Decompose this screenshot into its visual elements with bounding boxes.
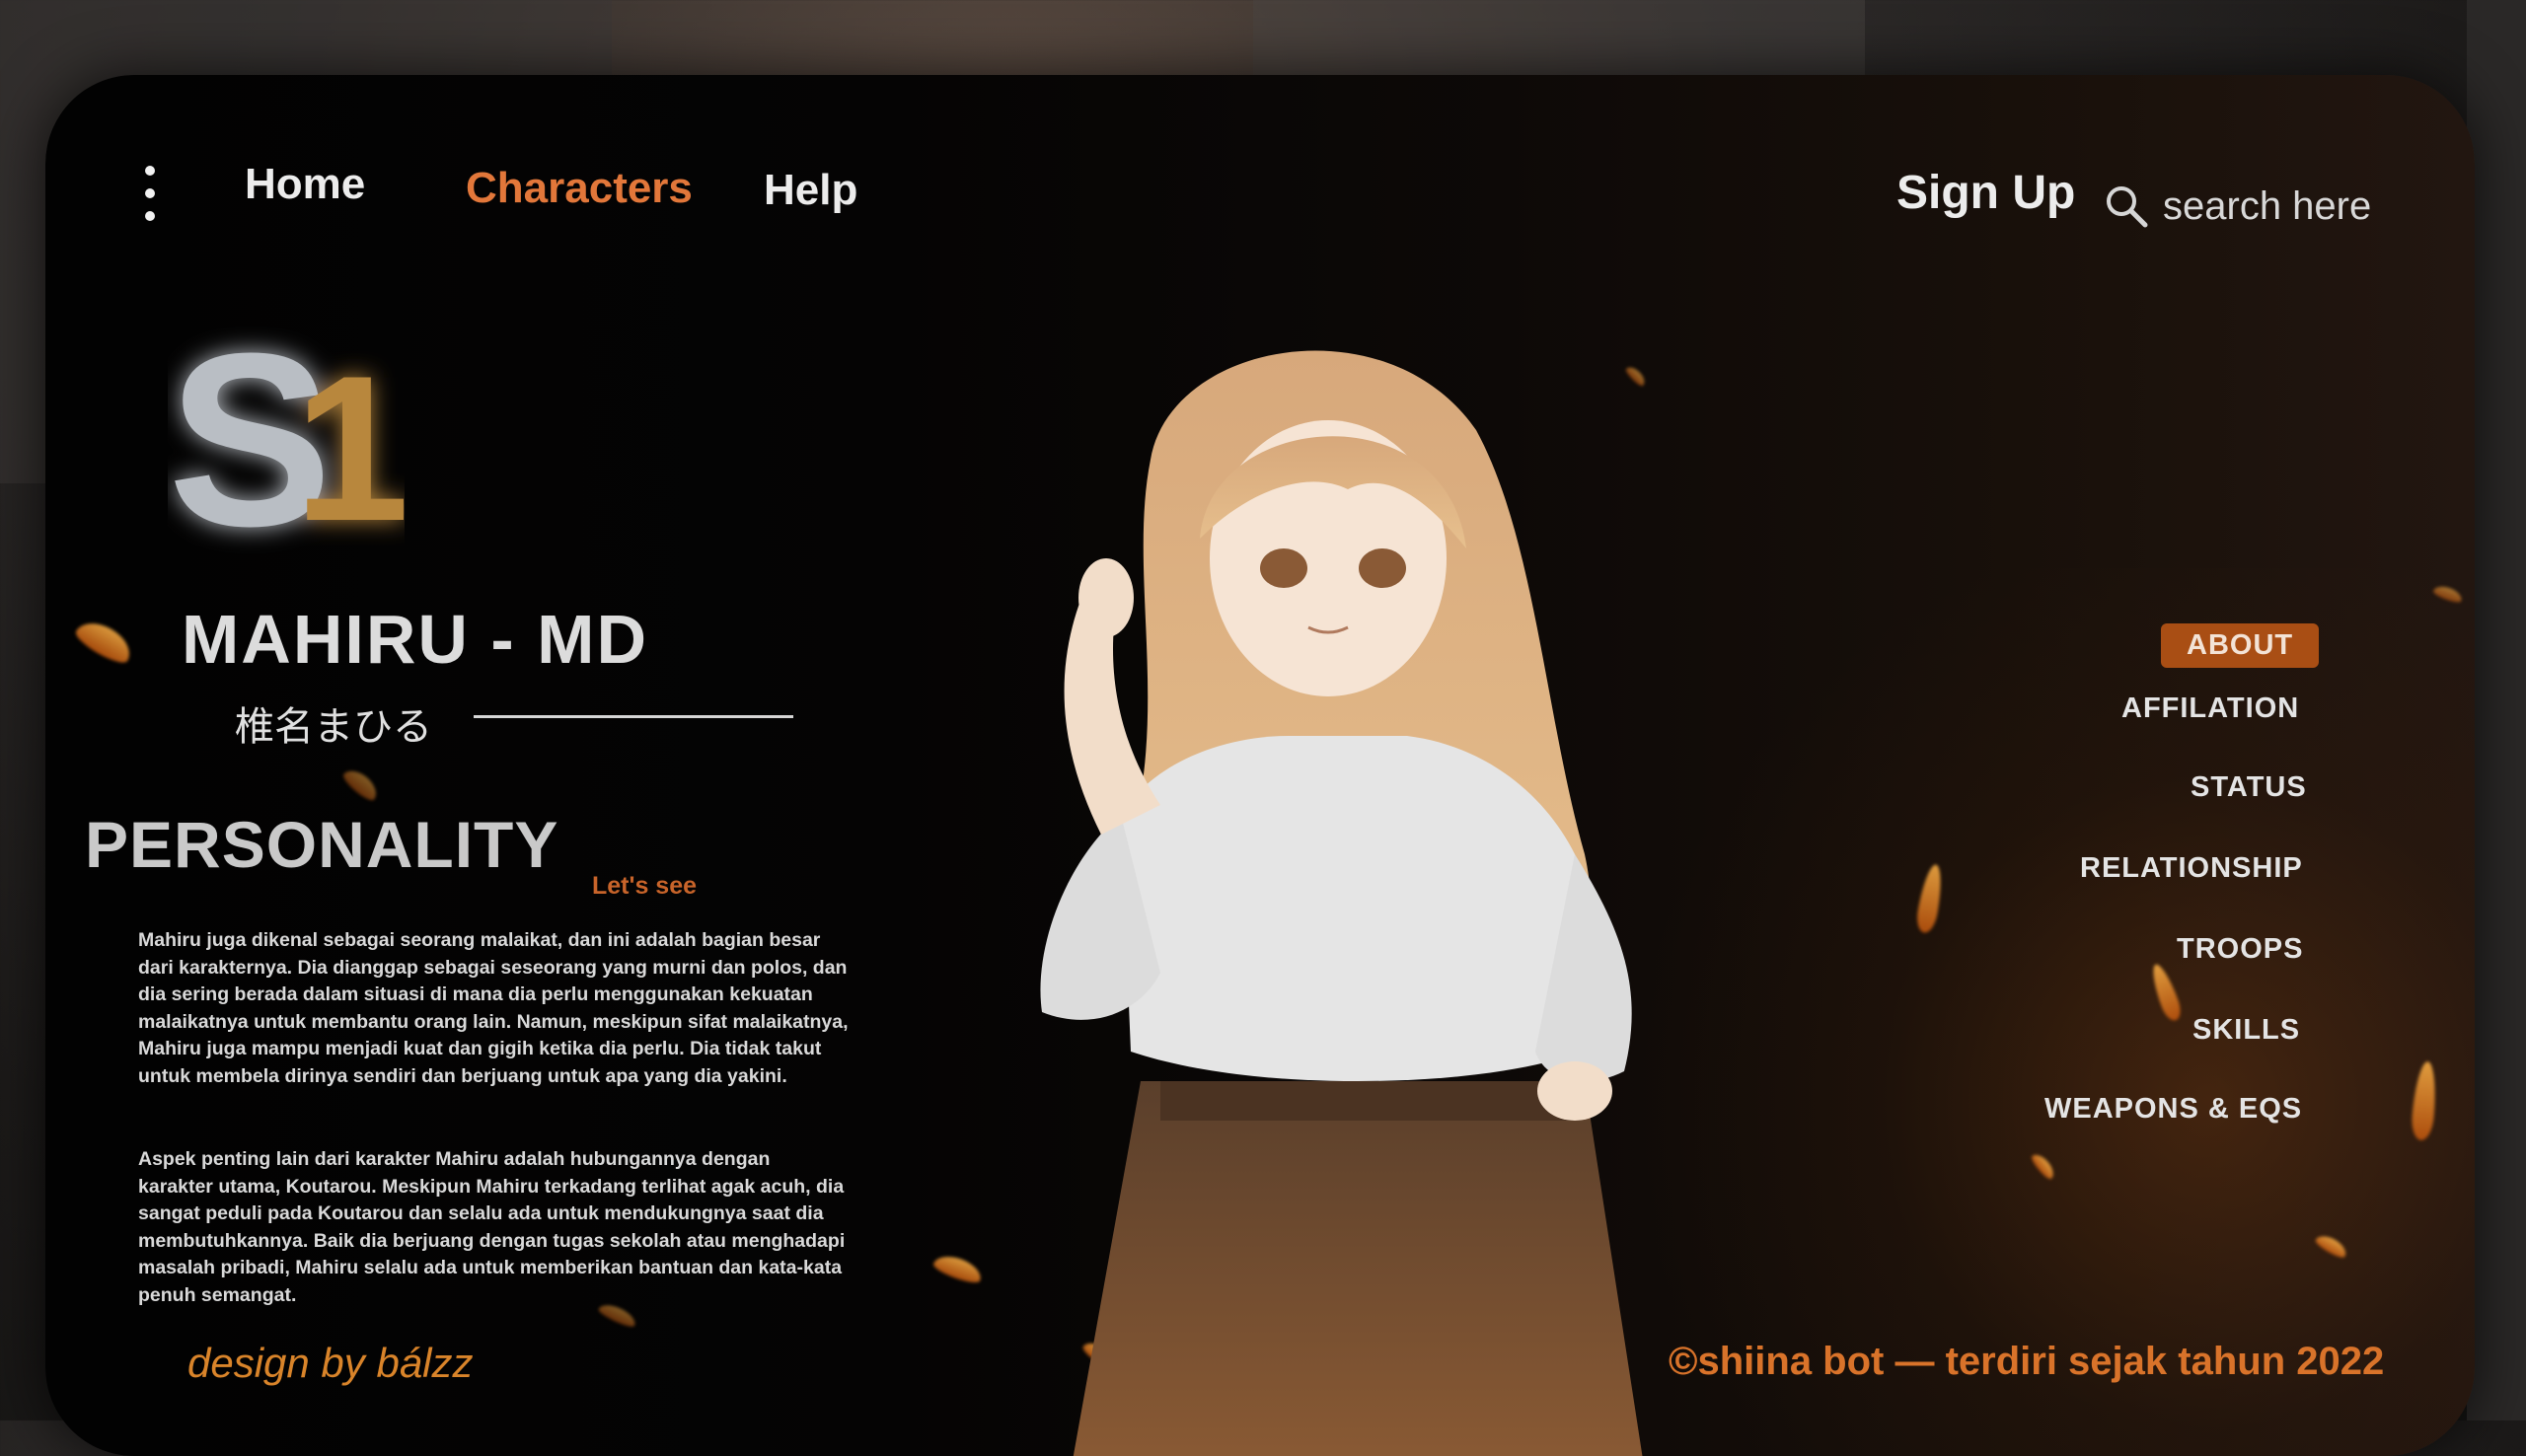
design-credit: design by bálzz [187, 1340, 474, 1386]
character-card: Home Characters Help Sign Up S 1 [45, 75, 2475, 1456]
side-menu-about[interactable]: ABOUT [2161, 623, 2320, 668]
personality-title: PERSONALITY [85, 808, 559, 881]
side-menu-status[interactable]: STATUS [2191, 771, 2307, 804]
signup-button[interactable]: Sign Up [1896, 166, 2075, 220]
personality-subtitle: Let's see [592, 872, 698, 900]
personality-paragraph: Mahiru juga dikenal sebagai seorang mala… [138, 929, 849, 1087]
logo-digit-1: 1 [294, 332, 405, 564]
menu-kebab-icon[interactable] [140, 166, 160, 221]
ember-decoration [72, 614, 137, 669]
side-menu-troops[interactable]: TROOPS [2177, 933, 2303, 966]
copyright-text: ©shiina bot — terdiri sejak tahun 2022 [1669, 1340, 2385, 1383]
side-menu-weapons[interactable]: WEAPONS & EQS [2044, 1093, 2302, 1126]
nav-home-link[interactable]: Home [245, 160, 365, 209]
search-box[interactable] [2104, 183, 2419, 229]
character-illustration [1040, 350, 1643, 1456]
divider-line [474, 715, 793, 718]
side-menu-affilation[interactable]: AFFILATION [2121, 692, 2299, 725]
search-icon [2107, 186, 2148, 228]
search-input[interactable] [2163, 183, 2419, 229]
personality-paragraph: Aspek penting lain dari karakter Mahiru … [138, 1148, 846, 1306]
side-menu-relationship[interactable]: RELATIONSHIP [2080, 852, 2303, 885]
character-name-jp: 椎名まひる [235, 704, 432, 750]
ember-decoration [339, 764, 383, 804]
nav-characters-link[interactable]: Characters [466, 164, 693, 213]
s1-logo: S 1 [168, 302, 405, 577]
nav-help-link[interactable]: Help [764, 166, 857, 215]
character-name: MAHIRU - MD [182, 601, 649, 678]
side-menu-skills[interactable]: SKILLS [2192, 1014, 2300, 1047]
background-panel [2467, 0, 2526, 1420]
